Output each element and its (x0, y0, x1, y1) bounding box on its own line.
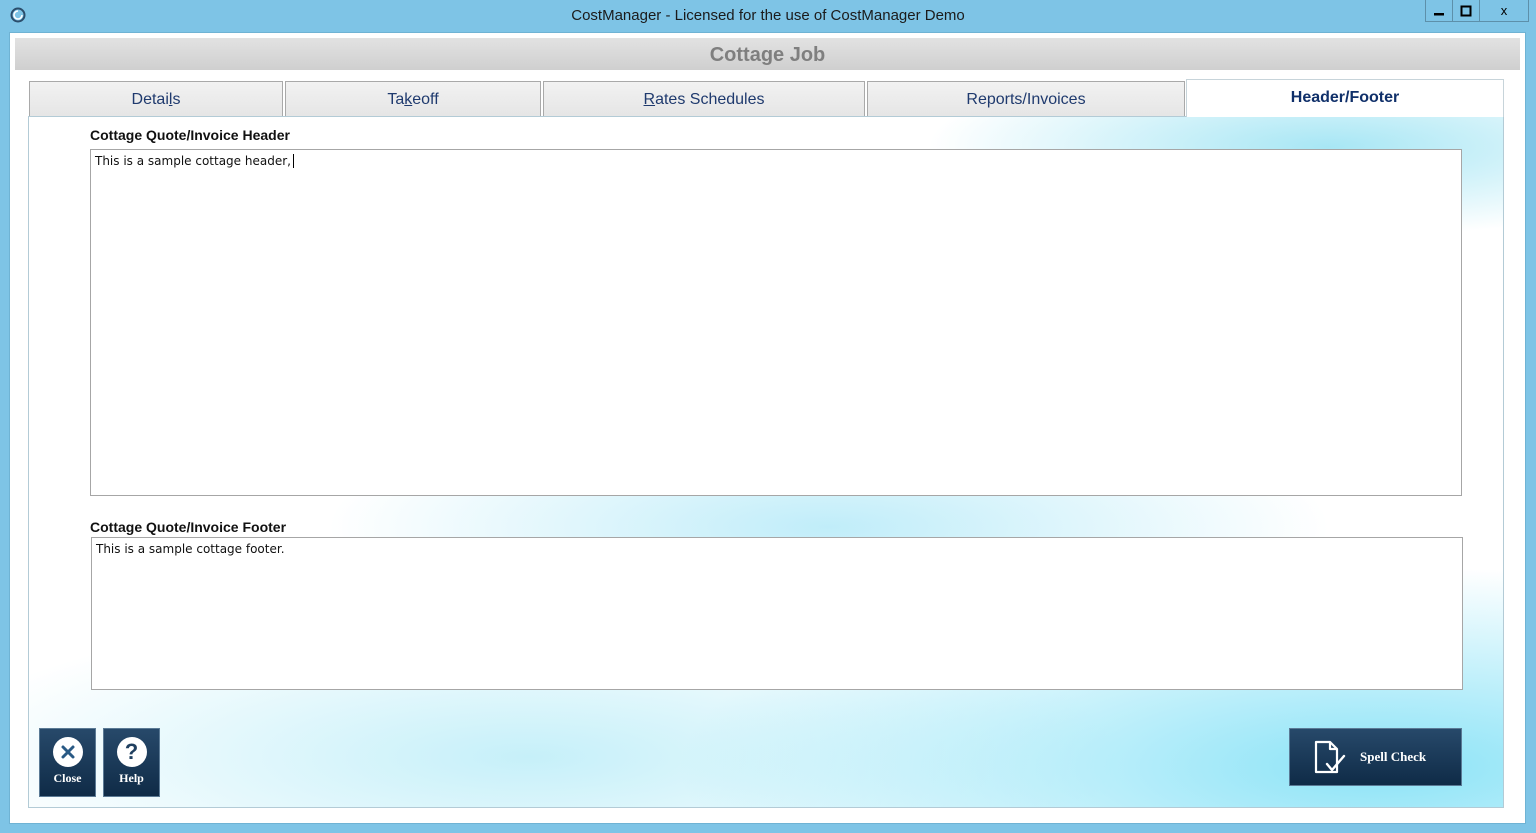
main-window: Cottage Job Detai l s Ta k eoff Rates Schedu… (9, 32, 1526, 824)
tab-details-label-post: s (172, 90, 181, 108)
maximize-button[interactable] (1452, 0, 1480, 22)
page-title: Cottage Job (709, 44, 826, 66)
tab-header-footer[interactable]: Header/Footer (1186, 79, 1504, 117)
close-window-button[interactable]: x (1479, 0, 1529, 22)
footer-text-field[interactable]: This is a sample cottage footer. (91, 537, 1463, 690)
tab-header-footer-label: Header/Footer (1290, 89, 1400, 106)
tab-details-label-pre: Detai (131, 90, 169, 108)
window-title: CostManager - Licensed for the use of Co… (571, 7, 965, 24)
tab-takeoff-label-u: k (404, 90, 413, 108)
help-button-label: Help (119, 771, 144, 785)
header-text-field[interactable]: This is a sample cottage header, (90, 149, 1462, 496)
text-caret (292, 154, 294, 168)
header-text-value: This is a sample cottage header, (95, 154, 291, 168)
close-button[interactable]: Close (39, 728, 96, 797)
close-icon: x (1500, 3, 1508, 18)
header-band: Cottage Job (15, 38, 1520, 70)
minimize-icon (1434, 12, 1444, 15)
spell-check-button[interactable]: Spell Check (1289, 728, 1462, 786)
spell-check-label: Spell Check (1360, 749, 1427, 764)
tab-rates-label-post: ates Schedules (655, 90, 765, 108)
footer-section-label: Cottage Quote/Invoice Footer (90, 519, 287, 535)
content-panel: Cottage Quote/Invoice Header This is a s… (28, 116, 1504, 808)
close-x-icon (52, 737, 83, 767)
help-button[interactable]: ? Help (103, 728, 160, 797)
tab-reports-label: Reports/Invoices (966, 90, 1086, 108)
tab-takeoff-label-pre: Ta (387, 90, 405, 108)
question-mark-icon: ? (116, 737, 147, 767)
window-controls: x (1425, 0, 1529, 22)
tab-rates-schedules[interactable]: Rates Schedules (543, 81, 865, 117)
maximize-icon (1460, 5, 1472, 16)
tab-takeoff-label-post: eoff (412, 90, 439, 108)
minimize-button[interactable] (1425, 0, 1453, 22)
tab-rates-label-u: R (643, 90, 656, 108)
footer-text-value: This is a sample cottage footer. (96, 542, 285, 556)
tab-takeoff[interactable]: Ta k eoff (285, 81, 541, 117)
tab-reports-invoices[interactable]: Reports/Invoices (867, 81, 1185, 117)
close-button-label: Close (53, 771, 82, 785)
tab-details[interactable]: Detai l s (29, 81, 283, 117)
title-bar: CostManager - Licensed for the use of Co… (0, 0, 1536, 32)
spell-check-icon (1314, 740, 1346, 774)
header-section-label: Cottage Quote/Invoice Header (90, 127, 290, 143)
